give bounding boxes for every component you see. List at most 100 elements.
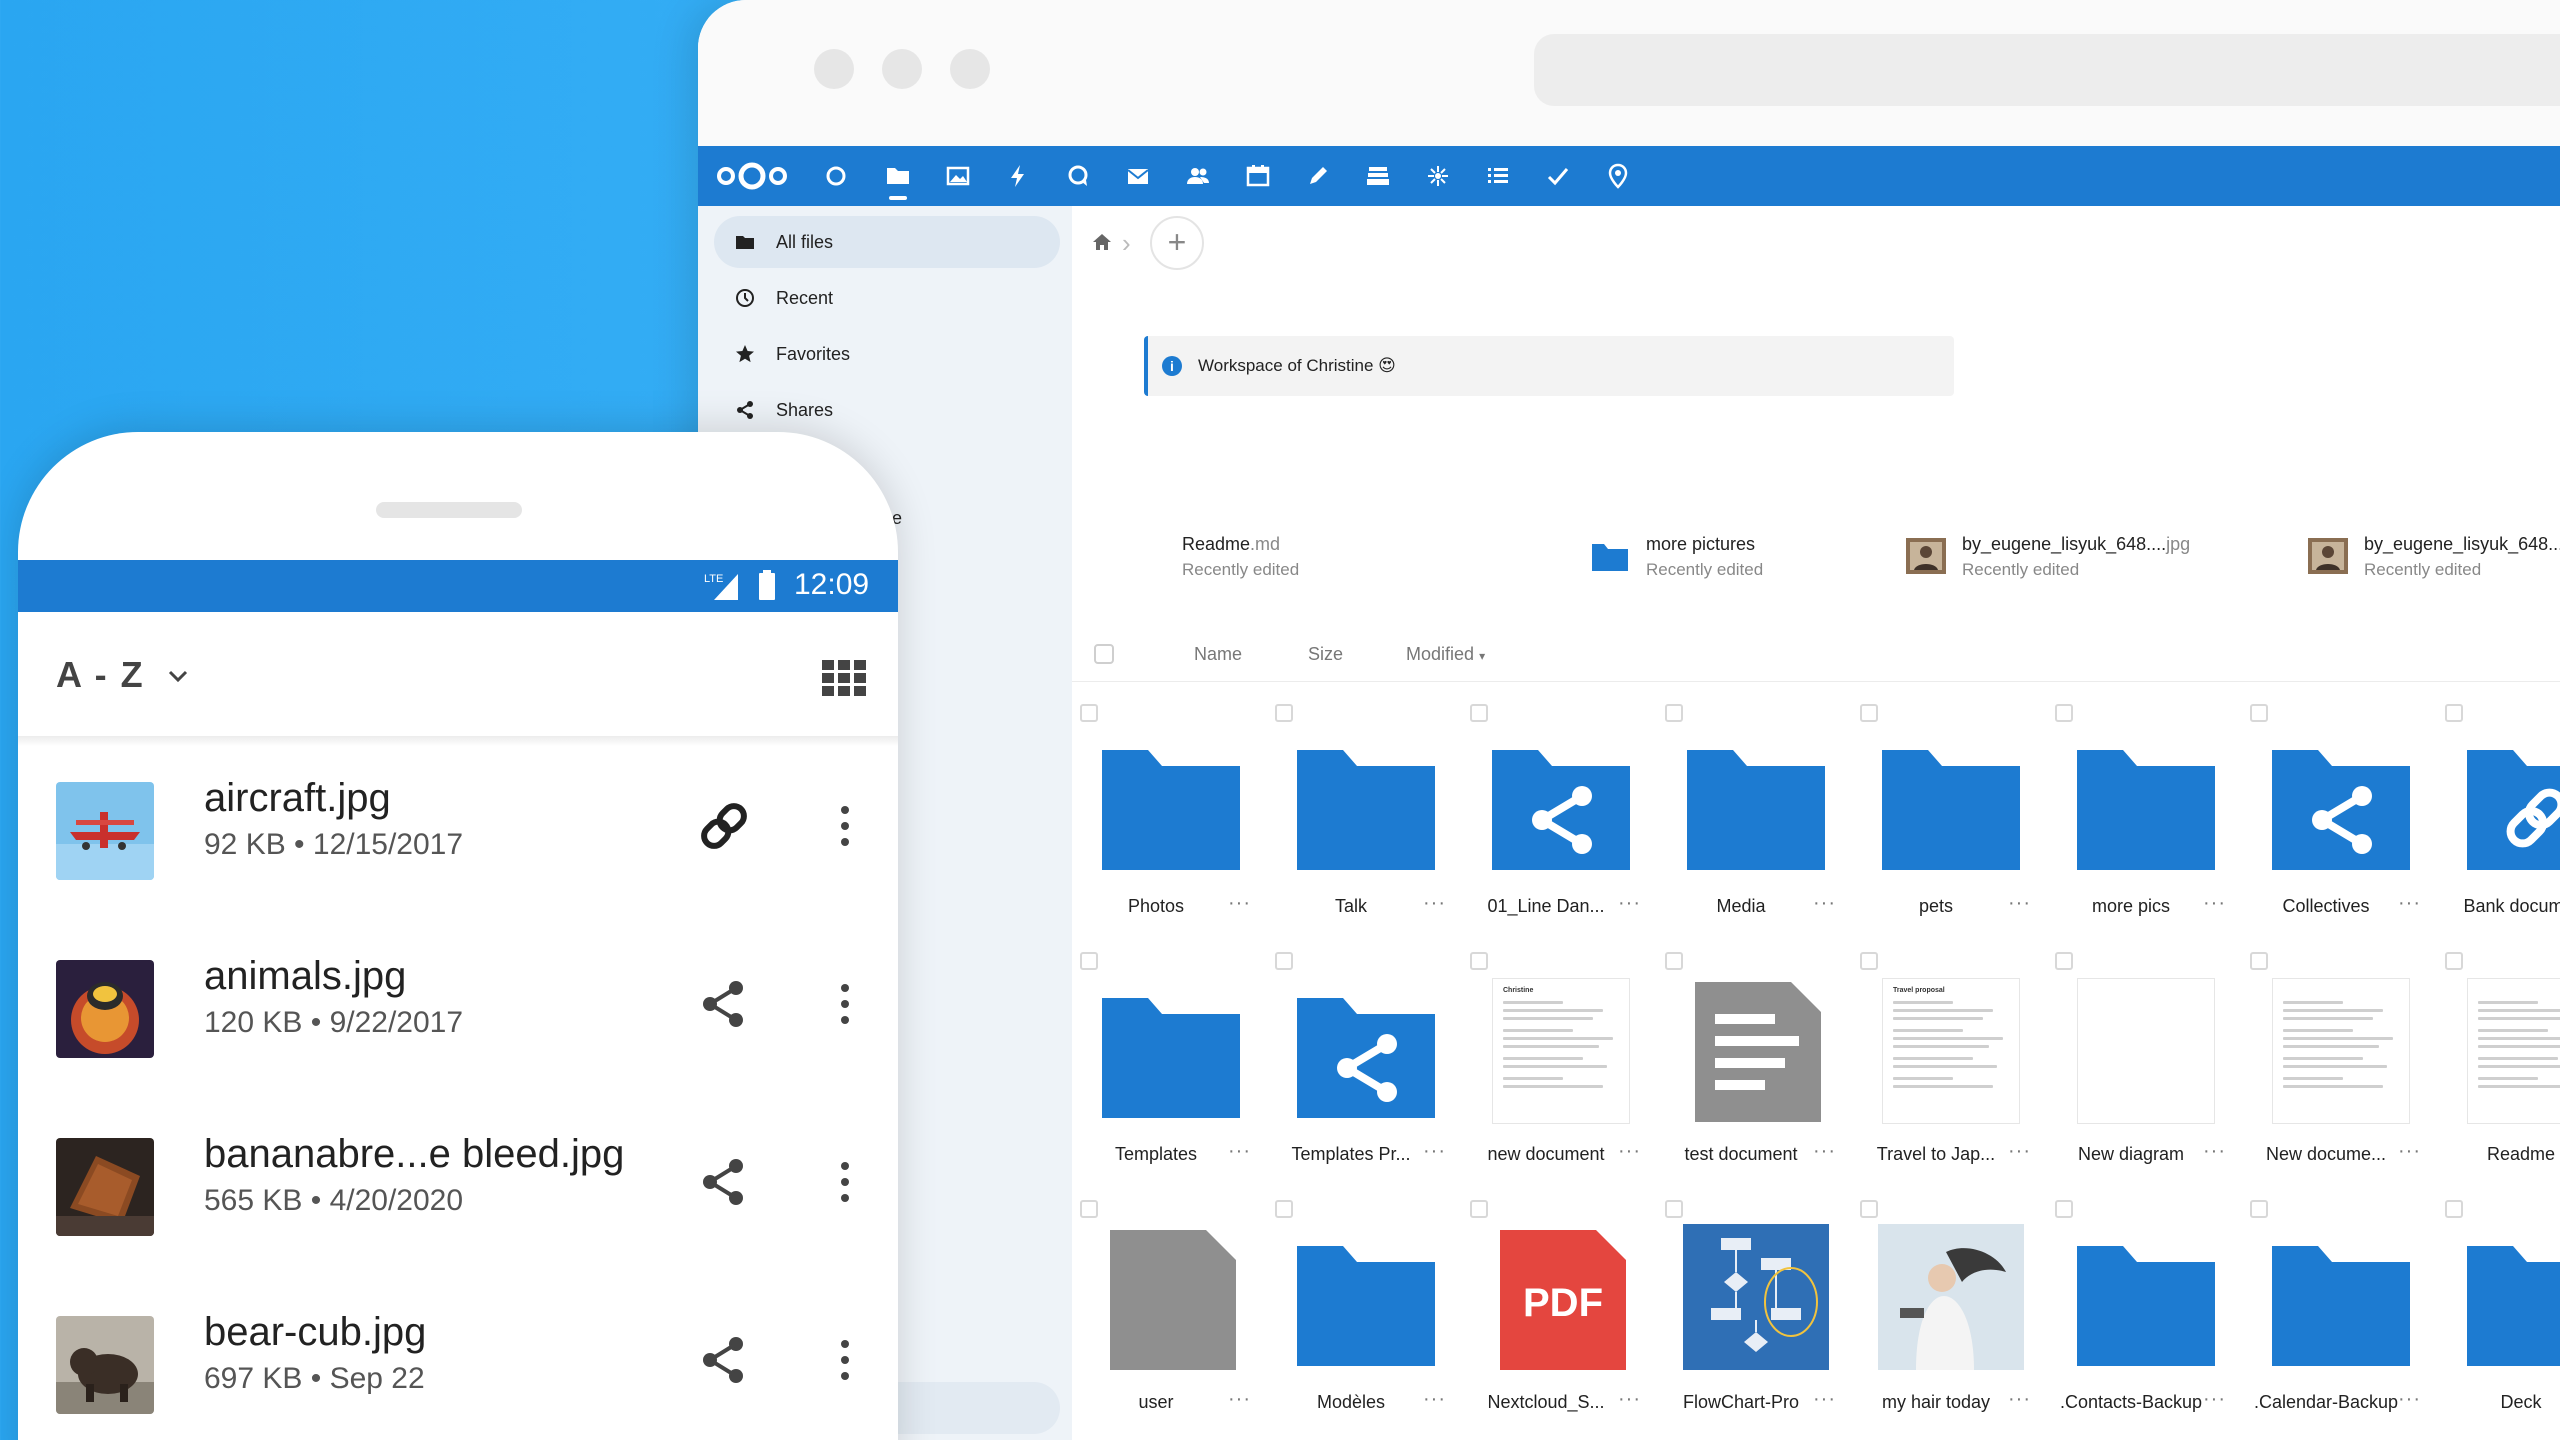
- file-select-checkbox[interactable]: [1275, 704, 1293, 722]
- file-tile[interactable]: 01_Line Dan... ···: [1466, 700, 1656, 940]
- more-options-icon[interactable]: [838, 804, 852, 848]
- sidebar-item-all-files[interactable]: All files: [714, 216, 1060, 268]
- file-tile[interactable]: .Calendar-Backup ···: [2246, 1196, 2436, 1436]
- share-icon[interactable]: [694, 1330, 754, 1390]
- file-select-checkbox[interactable]: [2445, 952, 2463, 970]
- file-actions-menu-icon[interactable]: ···: [1618, 1388, 1648, 1411]
- link-icon[interactable]: [694, 796, 754, 856]
- calendar-icon[interactable]: [1244, 162, 1272, 190]
- file-select-checkbox[interactable]: [1665, 952, 1683, 970]
- file-actions-menu-icon[interactable]: ···: [1423, 1388, 1453, 1411]
- file-actions-menu-icon[interactable]: ···: [1228, 892, 1258, 915]
- file-select-checkbox[interactable]: [1080, 1200, 1098, 1218]
- file-select-checkbox[interactable]: [2250, 952, 2268, 970]
- file-select-checkbox[interactable]: [1470, 952, 1488, 970]
- window-minimize-button[interactable]: [882, 49, 922, 89]
- file-actions-menu-icon[interactable]: ···: [2203, 1388, 2233, 1411]
- file-actions-menu-icon[interactable]: ···: [1813, 892, 1843, 915]
- file-select-checkbox[interactable]: [1860, 1200, 1878, 1218]
- home-icon[interactable]: [1090, 230, 1114, 254]
- activity-icon[interactable]: [1004, 162, 1032, 190]
- window-maximize-button[interactable]: [950, 49, 990, 89]
- checkmark-icon[interactable]: [1544, 162, 1572, 190]
- file-actions-menu-icon[interactable]: ···: [2398, 892, 2428, 915]
- recent-file-item[interactable]: more pictures Recently edited: [1590, 528, 1920, 584]
- sidebar-item-favorites[interactable]: Favorites: [714, 328, 1060, 380]
- file-tile[interactable]: Photos ···: [1076, 700, 1266, 940]
- file-tile[interactable]: Deck···: [2441, 1196, 2560, 1436]
- file-select-checkbox[interactable]: [2445, 704, 2463, 722]
- file-select-checkbox[interactable]: [1470, 704, 1488, 722]
- deck-icon[interactable]: [1364, 162, 1392, 190]
- file-tile[interactable]: Christine new document ···: [1466, 948, 1656, 1188]
- file-select-checkbox[interactable]: [1665, 704, 1683, 722]
- file-select-checkbox[interactable]: [1860, 952, 1878, 970]
- mail-icon[interactable]: [1124, 162, 1152, 190]
- file-tile[interactable]: test document ···: [1661, 948, 1851, 1188]
- file-tile[interactable]: New docume... ···: [2246, 948, 2436, 1188]
- file-tile[interactable]: PDF Nextcloud_S... ···: [1466, 1196, 1656, 1436]
- photos-icon[interactable]: [944, 162, 972, 190]
- more-options-icon[interactable]: [838, 1160, 852, 1204]
- file-actions-menu-icon[interactable]: ···: [1618, 1140, 1648, 1163]
- file-tile[interactable]: Talk ···: [1271, 700, 1461, 940]
- file-select-checkbox[interactable]: [2250, 704, 2268, 722]
- list-item[interactable]: bear-cub.jpg 697 KB • Sep 22: [18, 1286, 898, 1440]
- recent-file-item[interactable]: Readme.md Recently edited: [1126, 528, 1456, 584]
- file-actions-menu-icon[interactable]: ···: [1228, 1388, 1258, 1411]
- file-select-checkbox[interactable]: [1275, 952, 1293, 970]
- file-tile[interactable]: FlowChart-Pro ···: [1661, 1196, 1851, 1436]
- dashboard-icon[interactable]: [822, 162, 850, 190]
- file-tile[interactable]: Collectives ···: [2246, 700, 2436, 940]
- file-actions-menu-icon[interactable]: ···: [1813, 1388, 1843, 1411]
- list-item[interactable]: bananabre...e bleed.jpg 565 KB • 4/20/20…: [18, 1108, 898, 1286]
- workspace-info-banner[interactable]: i Workspace of Christine 😍: [1144, 336, 1954, 396]
- sidebar-item-recent[interactable]: Recent: [714, 272, 1060, 324]
- file-tile[interactable]: New diagram ···: [2051, 948, 2241, 1188]
- file-actions-menu-icon[interactable]: ···: [2008, 1388, 2038, 1411]
- new-file-button[interactable]: +: [1150, 216, 1204, 270]
- file-select-checkbox[interactable]: [2250, 1200, 2268, 1218]
- file-select-checkbox[interactable]: [2055, 704, 2073, 722]
- file-select-checkbox[interactable]: [2055, 1200, 2073, 1218]
- file-actions-menu-icon[interactable]: ···: [1228, 1140, 1258, 1163]
- maps-pin-icon[interactable]: [1604, 162, 1632, 190]
- file-select-checkbox[interactable]: [1665, 1200, 1683, 1218]
- share-icon[interactable]: [694, 974, 754, 1034]
- file-actions-menu-icon[interactable]: ···: [1423, 892, 1453, 915]
- column-name-header[interactable]: Name: [1194, 644, 1242, 665]
- talk-icon[interactable]: [1064, 162, 1092, 190]
- apps-icon[interactable]: [1424, 162, 1452, 190]
- file-tile[interactable]: pets ···: [1856, 700, 2046, 940]
- file-tile[interactable]: my hair today ···: [1856, 1196, 2046, 1436]
- file-actions-menu-icon[interactable]: ···: [2398, 1388, 2428, 1411]
- column-modified-header[interactable]: Modified ▾: [1406, 644, 1485, 665]
- file-tile[interactable]: Readme···: [2441, 948, 2560, 1188]
- file-select-checkbox[interactable]: [1080, 704, 1098, 722]
- file-select-checkbox[interactable]: [2445, 1200, 2463, 1218]
- contacts-icon[interactable]: [1184, 162, 1212, 190]
- file-actions-menu-icon[interactable]: ···: [1618, 892, 1648, 915]
- list-item[interactable]: aircraft.jpg 92 KB • 12/15/2017: [18, 752, 898, 930]
- recent-file-item[interactable]: by_eugene_lisyuk_648....jpg Recently edi…: [2308, 528, 2560, 584]
- file-actions-menu-icon[interactable]: ···: [2398, 1140, 2428, 1163]
- file-select-checkbox[interactable]: [1860, 704, 1878, 722]
- file-select-checkbox[interactable]: [1275, 1200, 1293, 1218]
- chevron-down-icon[interactable]: [166, 666, 190, 686]
- more-options-icon[interactable]: [838, 1338, 852, 1382]
- notes-icon[interactable]: [1304, 162, 1332, 190]
- file-actions-menu-icon[interactable]: ···: [2203, 1140, 2233, 1163]
- sort-order-label[interactable]: A - Z: [56, 654, 145, 696]
- file-actions-menu-icon[interactable]: ···: [1423, 1140, 1453, 1163]
- file-tile[interactable]: Bank docum...···: [2441, 700, 2560, 940]
- select-all-checkbox[interactable]: [1094, 644, 1114, 664]
- file-actions-menu-icon[interactable]: ···: [2008, 1140, 2038, 1163]
- files-icon[interactable]: [884, 162, 912, 190]
- tasks-list-icon[interactable]: [1484, 162, 1512, 190]
- file-actions-menu-icon[interactable]: ···: [1813, 1140, 1843, 1163]
- file-actions-menu-icon[interactable]: ···: [2008, 892, 2038, 915]
- file-select-checkbox[interactable]: [1080, 952, 1098, 970]
- window-close-button[interactable]: [814, 49, 854, 89]
- file-tile[interactable]: Media ···: [1661, 700, 1851, 940]
- grid-view-icon[interactable]: [822, 660, 866, 696]
